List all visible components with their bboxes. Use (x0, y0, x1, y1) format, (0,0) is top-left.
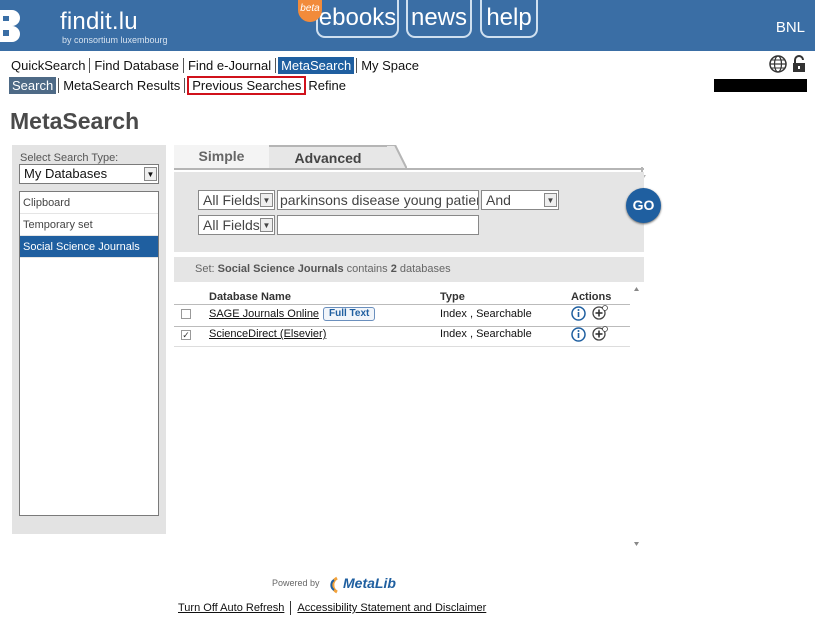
operator-select[interactable]: And ▼ (481, 190, 559, 210)
dropdown-arrow-icon[interactable]: ▼ (260, 218, 273, 232)
database-type: Index , Searchable (440, 328, 532, 340)
field-select-1-value: All Fields (203, 192, 260, 208)
query-input-1[interactable]: parkinsons disease young patients (277, 190, 479, 210)
row-divider (174, 346, 630, 347)
tab-advanced[interactable]: Advanced (269, 145, 387, 168)
field-select-1[interactable]: All Fields ▼ (198, 190, 275, 210)
tab-divider (184, 77, 186, 93)
tab-divider (89, 57, 91, 73)
nav-news-button[interactable]: news (406, 0, 472, 38)
set-middle: contains (346, 263, 388, 275)
scroll-up-icon (634, 287, 639, 291)
database-type: Index , Searchable (440, 308, 532, 320)
set-suffix: databases (399, 263, 451, 275)
tab-divider (182, 57, 184, 73)
tab-divider (275, 57, 277, 73)
nav-help-button[interactable]: help (480, 0, 538, 38)
tab-simple[interactable]: Simple (174, 145, 269, 168)
set-count: 2 (390, 263, 397, 275)
globe-icon[interactable] (769, 55, 787, 73)
dropdown-arrow-icon[interactable]: ▼ (144, 167, 157, 181)
search-type-select[interactable]: My Databases ▼ (19, 164, 159, 184)
tab-underline (174, 168, 644, 170)
scroll-down-icon (634, 542, 639, 546)
brand-subtitle: by consortium luxembourg (62, 35, 168, 45)
search-type-panel: Select Search Type: My Databases ▼ Clipb… (12, 145, 166, 534)
tab-find-ejournal[interactable]: Find e-Journal (186, 57, 273, 74)
col-header-actions: Actions (571, 291, 612, 303)
tab-metasearch[interactable]: MetaSearch (278, 56, 355, 74)
set-name: Social Science Journals (217, 263, 344, 275)
metalib-logo-icon (330, 576, 338, 594)
tab-divider (58, 77, 60, 93)
dropdown-arrow-icon[interactable]: ▼ (260, 193, 273, 207)
query-input-2[interactable] (277, 215, 479, 235)
results-scrollbar[interactable] (630, 284, 643, 550)
list-item-temporary-set[interactable]: Temporary set (20, 214, 158, 236)
row-checkbox[interactable] (181, 309, 191, 319)
row-checkbox[interactable]: ✓ (181, 330, 191, 340)
list-item-social-science-journals[interactable]: Social Science Journals (20, 236, 158, 258)
list-item-clipboard[interactable]: Clipboard (20, 192, 158, 214)
tab-corner-icon (387, 145, 407, 170)
advanced-search-form: All Fields ▼ parkinsons disease young pa… (174, 172, 644, 252)
tab-divider (356, 57, 358, 73)
dropdown-arrow-icon[interactable]: ▼ (544, 193, 557, 207)
subtab-metasearch-results[interactable]: MetaSearch Results (61, 77, 182, 94)
page-title: MetaSearch (10, 108, 140, 134)
add-to-set-icon[interactable] (592, 305, 608, 321)
go-button[interactable]: GO (626, 188, 661, 223)
user-label: BNL (775, 19, 805, 36)
operator-select-value: And (486, 192, 511, 208)
tab-find-database[interactable]: Find Database (92, 57, 181, 74)
search-mode-tabs: Simple Advanced (174, 145, 646, 181)
col-header-name: Database Name (209, 291, 291, 303)
subtab-previous-searches[interactable]: Previous Searches (187, 75, 307, 95)
row-divider (174, 326, 630, 327)
tab-quicksearch[interactable]: QuickSearch (9, 57, 87, 74)
add-to-set-icon[interactable] (592, 326, 608, 342)
accessibility-statement-link[interactable]: Accessibility Statement and Disclaimer (297, 602, 486, 614)
field-select-2-value: All Fields (203, 217, 260, 233)
database-results-table: Database Name Type Actions SAGE Journals… (174, 284, 644, 550)
sub-tabs: Search MetaSearch Results Previous Searc… (9, 75, 348, 95)
library-logo-icon[interactable] (0, 8, 22, 44)
turn-off-auto-refresh-link[interactable]: Turn Off Auto Refresh (178, 602, 284, 614)
set-prefix: Set: (195, 263, 215, 275)
footer-links: Turn Off Auto Refresh Accessibility Stat… (178, 601, 486, 615)
set-info-bar: Set: Social Science Journals contains 2 … (174, 257, 644, 282)
subtab-refine[interactable]: Refine (306, 77, 348, 94)
main-tabs: QuickSearch Find Database Find e-Journal… (9, 56, 421, 74)
info-icon[interactable] (571, 327, 586, 342)
tab-my-space[interactable]: My Space (359, 57, 421, 74)
row-divider (174, 304, 630, 305)
search-type-value: My Databases (24, 166, 108, 181)
database-name-link[interactable]: ScienceDirect (Elsevier) (209, 328, 326, 340)
lock-icon[interactable] (792, 55, 806, 73)
search-type-label: Select Search Type: (20, 152, 119, 164)
col-header-type: Type (440, 291, 465, 303)
database-set-list: Clipboard Temporary set Social Science J… (19, 191, 159, 516)
full-text-badge[interactable]: Full Text (323, 307, 376, 321)
footer-divider (290, 601, 292, 615)
nav-ebooks-button[interactable]: ebooks (316, 0, 399, 38)
subtab-search[interactable]: Search (9, 76, 57, 94)
brand-name[interactable]: findit.lu (60, 8, 138, 36)
redacted-bar (714, 79, 807, 92)
header-bar: findit.lu by consortium luxembourg ebook… (0, 0, 815, 51)
field-select-2[interactable]: All Fields ▼ (198, 215, 275, 235)
info-icon[interactable] (571, 306, 586, 321)
database-name-link[interactable]: SAGE Journals Online (209, 308, 319, 320)
powered-by-label: Powered by (272, 578, 320, 588)
metalib-logo: MetaLib (343, 575, 396, 591)
